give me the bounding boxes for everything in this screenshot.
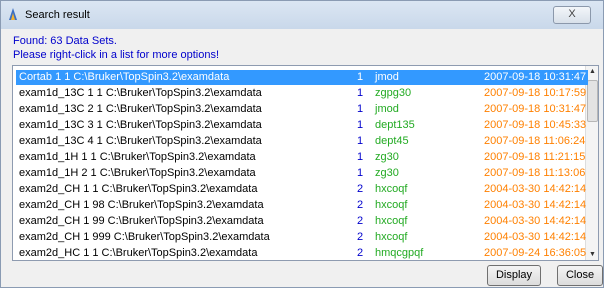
scrollbar-thumb[interactable] <box>587 80 598 122</box>
hint-text: Please right-click in a list for more op… <box>13 49 220 61</box>
row-name-cell[interactable]: exam1d_13C 1 1 C:\Bruker\TopSpin3.2\exam… <box>16 86 356 101</box>
row-name-cell[interactable]: exam1d_1H 2 1 C:\Bruker\TopSpin3.2\examd… <box>16 166 356 181</box>
row-date-cell[interactable]: 2007-09-18 11:21:15 <box>481 150 588 165</box>
close-button[interactable]: Close <box>557 265 603 286</box>
row-name-cell[interactable]: exam2d_CH 1 98 C:\Bruker\TopSpin3.2\exam… <box>16 198 356 213</box>
topspin-app-icon <box>9 8 17 20</box>
row-name-cell[interactable]: exam2d_HC 1 1 C:\Bruker\TopSpin3.2\examd… <box>16 246 356 260</box>
row-date-cell[interactable]: 2004-03-30 14:42:14 <box>481 198 588 213</box>
row-date-cell[interactable]: 2007-09-18 10:31:47 <box>481 70 588 85</box>
row-pulse-cell[interactable]: hxcoqf <box>372 182 484 197</box>
row-pulse-cell[interactable]: hxcoqf <box>372 230 484 245</box>
row-date-cell[interactable]: 2007-09-18 10:17:59 <box>481 86 588 101</box>
window-title: Search result <box>25 9 90 21</box>
row-name-cell[interactable]: exam2d_CH 1 999 C:\Bruker\TopSpin3.2\exa… <box>16 230 356 245</box>
row-date-cell[interactable]: 2007-09-18 10:45:33 <box>481 118 588 133</box>
row-name-cell[interactable]: exam1d_13C 3 1 C:\Bruker\TopSpin3.2\exam… <box>16 118 356 133</box>
title-bar: Search result X <box>1 1 603 29</box>
row-pulse-cell[interactable]: zg30 <box>372 166 484 181</box>
row-name-cell[interactable]: exam1d_13C 2 1 C:\Bruker\TopSpin3.2\exam… <box>16 102 356 117</box>
row-name-cell[interactable]: exam2d_CH 1 99 C:\Bruker\TopSpin3.2\exam… <box>16 214 356 229</box>
row-name-cell[interactable]: exam1d_1H 1 1 C:\Bruker\TopSpin3.2\examd… <box>16 150 356 165</box>
window-close-button[interactable]: X <box>553 6 591 24</box>
found-count-text: Found: 63 Data Sets. <box>13 35 117 47</box>
row-pulse-cell[interactable]: dept135 <box>372 118 484 133</box>
row-name-cell[interactable]: Cortab 1 1 C:\Bruker\TopSpin3.2\examdata <box>16 70 356 85</box>
display-button[interactable]: Display <box>487 265 541 286</box>
row-pulse-cell[interactable]: jmod <box>372 70 484 85</box>
row-date-cell[interactable]: 2004-03-30 14:42:14 <box>481 182 588 197</box>
row-pulse-cell[interactable]: dept45 <box>372 134 484 149</box>
row-date-cell[interactable]: 2004-03-30 14:42:14 <box>481 230 588 245</box>
row-date-cell[interactable]: 2007-09-18 10:31:47 <box>481 102 588 117</box>
search-result-window: Search result X Found: 63 Data Sets. Ple… <box>0 0 604 288</box>
row-pulse-cell[interactable]: zgpg30 <box>372 86 484 101</box>
row-date-cell[interactable]: 2007-09-24 16:36:05 <box>481 246 588 260</box>
scroll-up-arrow-icon[interactable]: ▲ <box>589 68 596 75</box>
results-list[interactable]: ▲ ▼ Cortab 1 1 C:\Bruker\TopSpin3.2\exam… <box>12 65 599 261</box>
row-pulse-cell[interactable]: zg30 <box>372 150 484 165</box>
row-pulse-cell[interactable]: hxcoqf <box>372 198 484 213</box>
row-name-cell[interactable]: exam2d_CH 1 1 C:\Bruker\TopSpin3.2\examd… <box>16 182 356 197</box>
row-pulse-cell[interactable]: hxcoqf <box>372 214 484 229</box>
row-date-cell[interactable]: 2007-09-18 11:06:24 <box>481 134 588 149</box>
row-date-cell[interactable]: 2004-03-30 14:42:14 <box>481 214 588 229</box>
row-pulse-cell[interactable]: jmod <box>372 102 484 117</box>
row-name-cell[interactable]: exam1d_13C 4 1 C:\Bruker\TopSpin3.2\exam… <box>16 134 356 149</box>
row-pulse-cell[interactable]: hmqcgpqf <box>372 246 484 260</box>
scroll-down-arrow-icon[interactable]: ▼ <box>589 251 596 258</box>
row-date-cell[interactable]: 2007-09-18 11:13:06 <box>481 166 588 181</box>
